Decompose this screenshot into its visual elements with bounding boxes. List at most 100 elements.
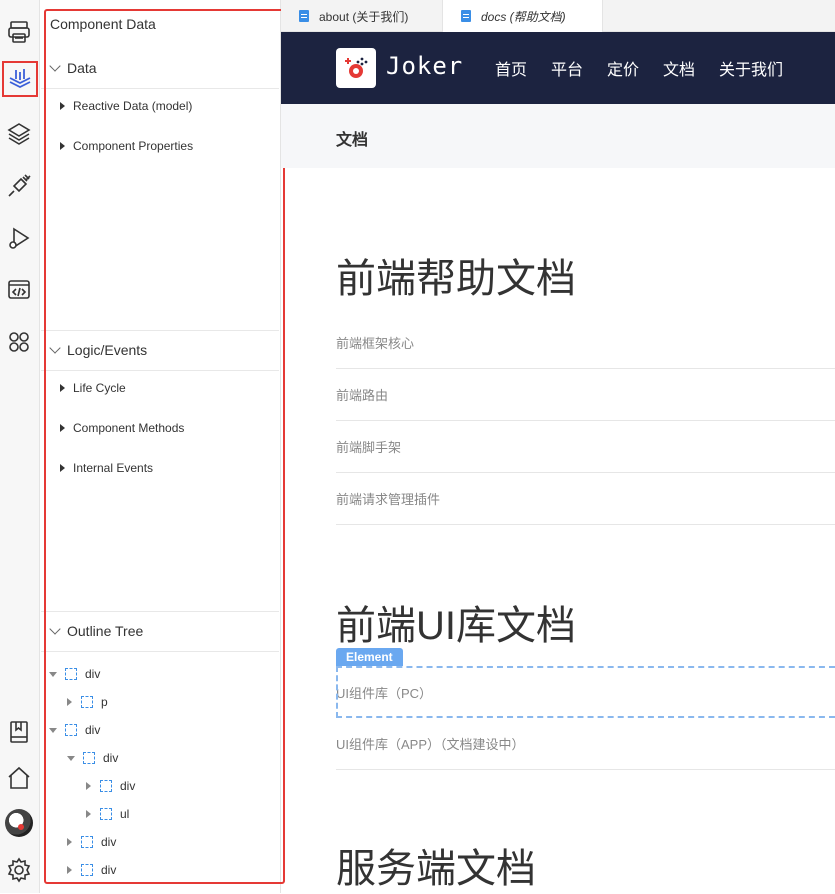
debug-run-icon[interactable] (4, 223, 34, 253)
nav-pricing[interactable]: 定价 (607, 56, 639, 80)
outline-node[interactable]: div (49, 664, 100, 684)
selected-element-outline (336, 666, 835, 718)
outline-node[interactable]: div (67, 832, 116, 852)
doc-link[interactable]: 前端脚手架 (336, 421, 835, 473)
tree-item-label: Reactive Data (model) (73, 99, 193, 113)
element-box-icon (81, 696, 93, 708)
avatar[interactable] (5, 809, 33, 837)
outline-node-label: div (101, 835, 117, 849)
outline-node[interactable]: p (67, 692, 108, 712)
doc-link[interactable]: 前端请求管理插件 (336, 473, 835, 525)
caret-right-icon (67, 698, 72, 706)
tree-item-label: Component Properties (73, 139, 194, 153)
outline-node-label: div (85, 723, 101, 737)
data-chart-icon[interactable] (2, 61, 38, 97)
caret-right-icon (86, 782, 91, 790)
element-box-icon (83, 752, 95, 764)
divider (41, 88, 279, 89)
caret-right-icon (67, 838, 72, 846)
outline-node-label: div (85, 667, 101, 681)
printer-icon[interactable] (4, 17, 34, 47)
nav-docs[interactable]: 文档 (663, 56, 695, 80)
tree-item-label: Internal Events (73, 461, 154, 475)
nav-home[interactable]: 首页 (495, 56, 527, 80)
divider (41, 370, 279, 371)
section-data-title: Data (67, 60, 97, 76)
element-box-icon (81, 864, 93, 876)
chevron-down-icon (49, 60, 61, 72)
outline-node-label: p (101, 695, 108, 709)
tab-about[interactable]: about (关于我们) (281, 0, 443, 32)
clown-logo-icon (345, 57, 368, 78)
plugin-icon[interactable] (4, 171, 34, 201)
page-subbar: 文档 (281, 104, 835, 168)
site-header: Joker 首页 平台 定价 文档 关于我们 (281, 32, 835, 104)
tab-docs[interactable]: docs (帮助文档) (443, 0, 603, 32)
editor-tabbar: about (关于我们) docs (帮助文档) (281, 0, 835, 32)
tree-item-component-methods[interactable]: Component Methods (60, 418, 184, 438)
nav-about[interactable]: 关于我们 (719, 56, 783, 80)
tree-item-label: Component Methods (73, 421, 185, 435)
doc-link[interactable]: 前端路由 (336, 369, 835, 421)
caret-down-icon (67, 755, 75, 761)
chevron-down-icon (49, 342, 61, 354)
element-box-icon (65, 724, 77, 736)
section-outline-header[interactable]: Outline Tree (41, 611, 279, 651)
caret-right-icon (60, 464, 65, 472)
code-icon[interactable] (4, 275, 34, 305)
home-icon[interactable] (4, 763, 34, 793)
joker-logo[interactable] (336, 48, 376, 88)
outline-node-label: div (120, 779, 136, 793)
element-box-icon (65, 668, 77, 680)
file-icon (299, 10, 309, 22)
section-heading-ui-lib: 前端UI库文档 (336, 604, 576, 648)
layers-icon[interactable] (4, 119, 34, 149)
outline-node-label: div (103, 751, 119, 765)
tree-item-internal-events[interactable]: Internal Events (60, 458, 153, 478)
caret-right-icon (60, 424, 65, 432)
outline-node[interactable]: div (67, 860, 116, 880)
caret-down-icon (49, 727, 57, 733)
book-icon[interactable] (4, 717, 34, 747)
outline-node[interactable]: div (86, 776, 135, 796)
divider (41, 651, 279, 652)
doc-link[interactable]: UI组件库（APP）（文档建设中） (336, 718, 835, 770)
tree-item-component-properties[interactable]: Component Properties (60, 136, 193, 156)
nav-platform[interactable]: 平台 (551, 56, 583, 80)
element-box-icon (81, 836, 93, 848)
activity-bar (0, 0, 40, 893)
caret-right-icon (60, 102, 65, 110)
section-logic-title: Logic/Events (67, 342, 148, 358)
section-heading-server: 服务端文档 (336, 847, 536, 891)
outline-node-label: ul (120, 807, 130, 821)
tab-label: about (关于我们) (319, 9, 409, 24)
caret-right-icon (86, 810, 91, 818)
doc-link[interactable]: 前端框架核心 (336, 317, 835, 369)
outline-node[interactable]: ul (86, 804, 129, 824)
logo-name: Joker (386, 52, 464, 80)
outline-node[interactable]: div (67, 748, 118, 768)
section-outline-title: Outline Tree (67, 623, 144, 639)
panel-title: Component Data (50, 16, 156, 32)
apps-icon[interactable] (4, 327, 34, 357)
page-title: 文档 (336, 132, 369, 149)
settings-icon[interactable] (4, 855, 34, 885)
tree-item-reactive-data[interactable]: Reactive Data (model) (60, 96, 192, 116)
element-box-icon (100, 808, 112, 820)
caret-right-icon (60, 384, 65, 392)
caret-right-icon (60, 142, 65, 150)
tree-item-label: Life Cycle (73, 381, 126, 395)
section-logic-header[interactable]: Logic/Events (41, 330, 279, 370)
outline-node-label: div (101, 863, 117, 877)
element-tag: Element (336, 648, 403, 666)
chevron-down-icon (49, 623, 61, 635)
section-data-header[interactable]: Data (41, 48, 279, 88)
caret-down-icon (49, 671, 57, 677)
element-box-icon (100, 780, 112, 792)
section-heading-frontend: 前端帮助文档 (336, 257, 576, 301)
tab-label: docs (帮助文档) (481, 9, 566, 24)
file-icon (461, 10, 471, 22)
caret-right-icon (67, 866, 72, 874)
outline-node[interactable]: div (49, 720, 100, 740)
tree-item-life-cycle[interactable]: Life Cycle (60, 378, 126, 398)
